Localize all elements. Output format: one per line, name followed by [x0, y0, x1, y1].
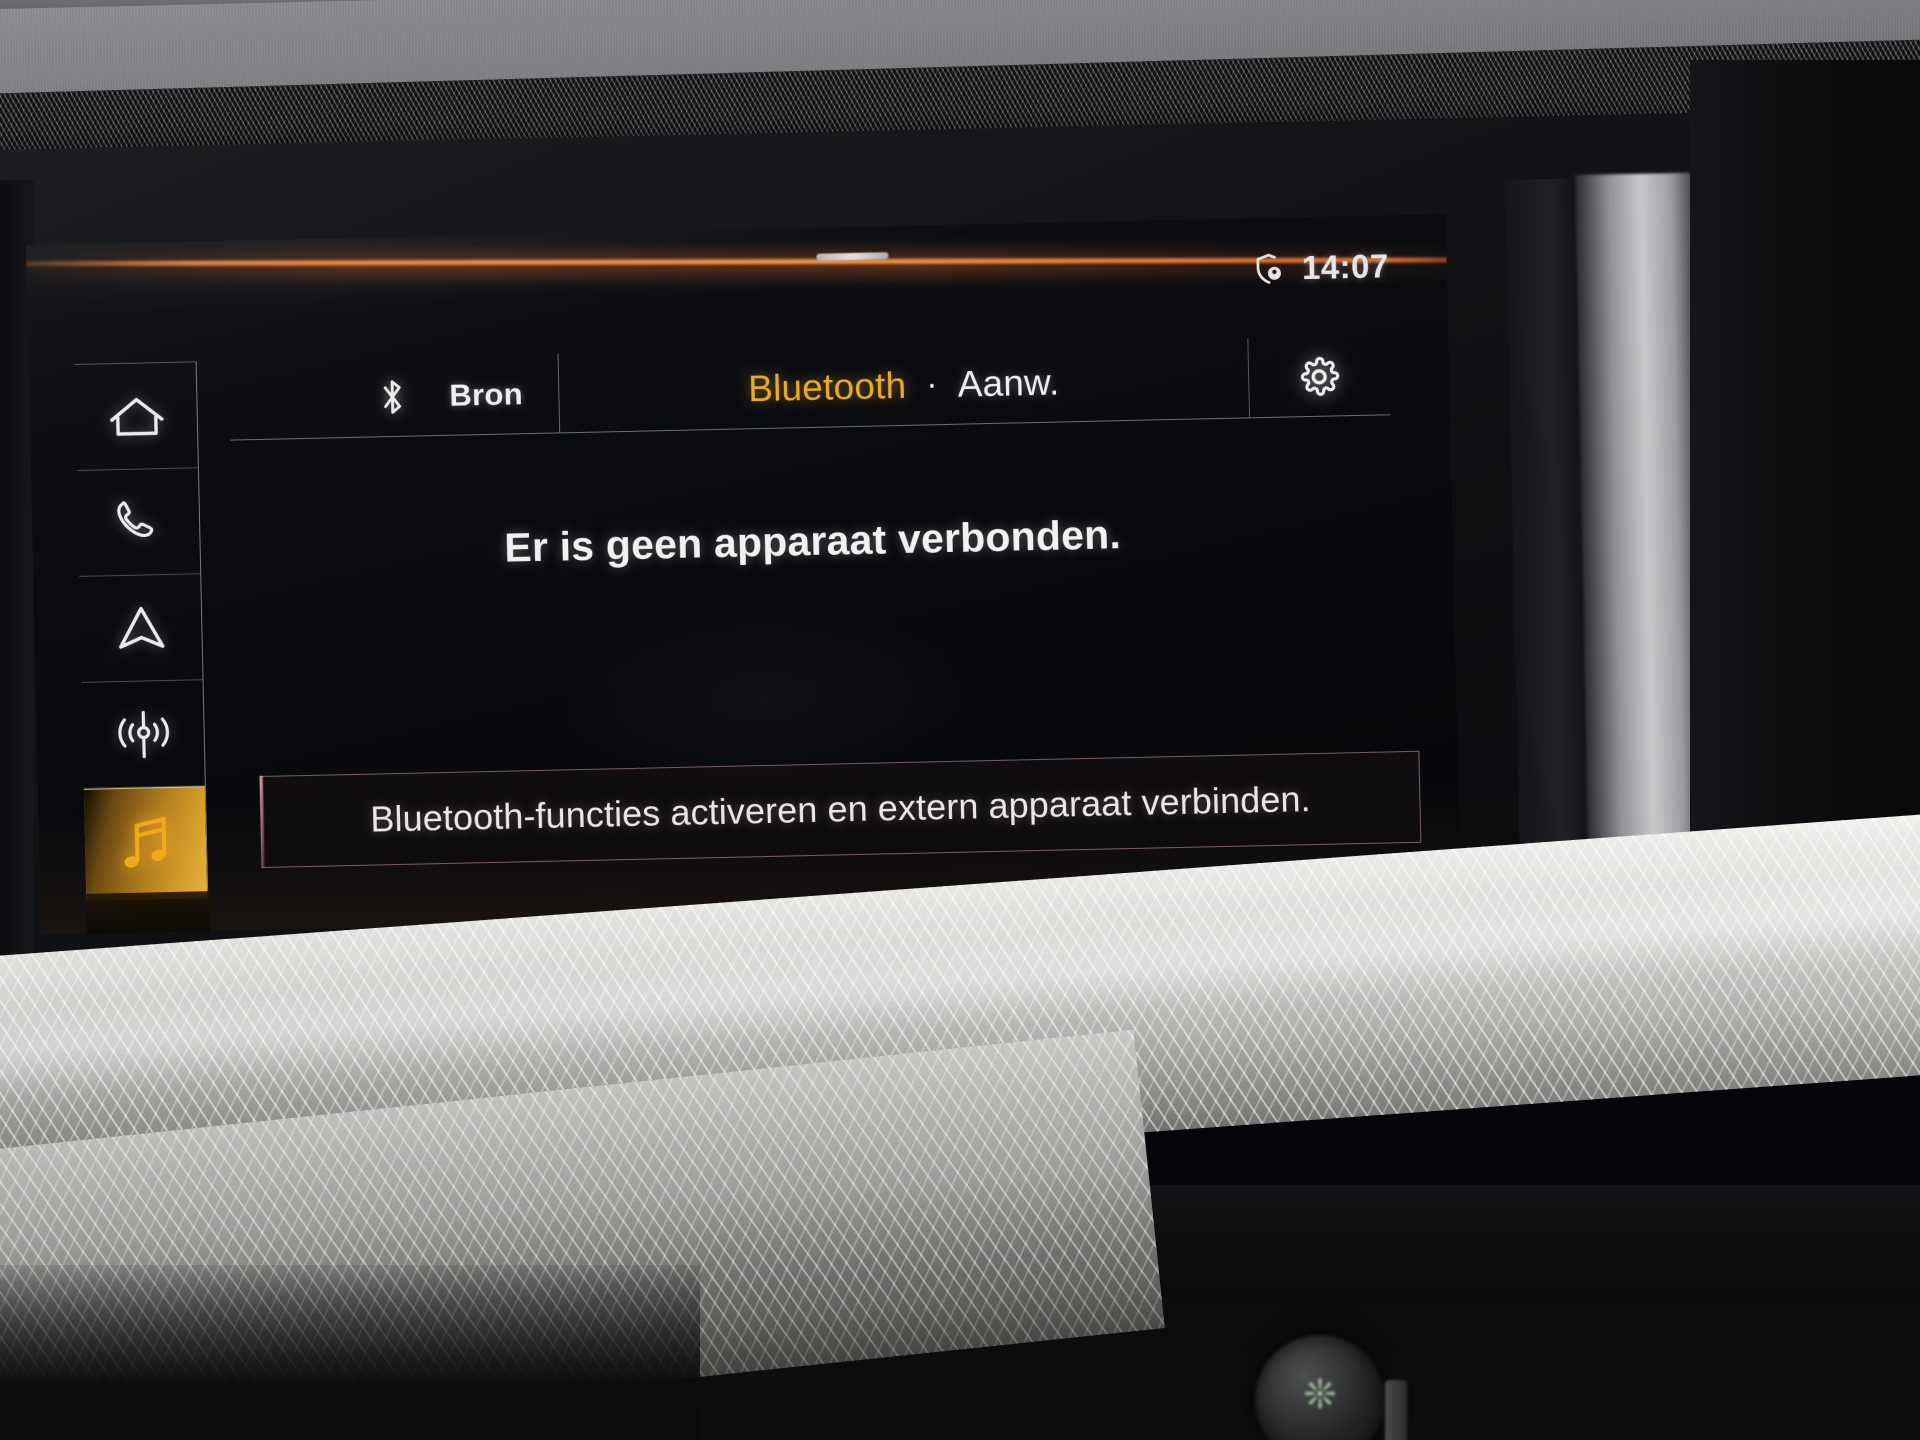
sidebar-item-phone[interactable]	[76, 468, 201, 577]
home-icon	[109, 397, 164, 436]
source-bar: Bron Bluetooth · Aanw.	[228, 335, 1391, 441]
status-bar: 14:07	[1252, 247, 1390, 288]
activate-bluetooth-label: Bluetooth-functies activeren en extern a…	[369, 778, 1312, 840]
source-title-separator: ·	[925, 365, 939, 404]
radio-tower-icon	[117, 710, 169, 758]
navigation-icon	[118, 606, 164, 649]
clock-label: 14:07	[1301, 247, 1390, 287]
gear-icon	[1300, 356, 1340, 396]
source-title-status: Aanw.	[957, 360, 1060, 405]
music-note-icon	[124, 816, 166, 867]
source-label: Bron	[448, 375, 524, 413]
sidebar-item-media[interactable]	[83, 786, 208, 901]
source-title[interactable]: Bluetooth · Aanw.	[558, 338, 1251, 433]
sidebar-item-home[interactable]	[74, 362, 198, 471]
sidebar-item-radio[interactable]	[81, 680, 205, 789]
bluetooth-icon	[383, 379, 402, 414]
phone-icon	[116, 500, 153, 537]
sidebar-bottom-fade	[86, 891, 212, 935]
sidebar-item-navigation[interactable]	[79, 574, 203, 683]
mmi-screen[interactable]: 14:07 Bron Bluetooth · Aanw. Er is geen …	[26, 214, 1461, 935]
activate-bluetooth-button[interactable]: Bluetooth-functies activeren en extern a…	[259, 750, 1422, 869]
console-bottom-shadow	[0, 1265, 700, 1440]
shield-location-icon[interactable]	[1252, 252, 1287, 287]
climate-knob-glyph: ❊	[1303, 1373, 1337, 1417]
source-title-accent: Bluetooth	[747, 364, 907, 409]
status-message: Er is geen apparaat verbonden.	[503, 511, 1122, 571]
photo-scene: VERLATEN 14:07	[0, 0, 1920, 1440]
source-selector[interactable]: Bron	[228, 353, 561, 440]
main-sidebar	[74, 361, 209, 901]
climate-control-switch[interactable]	[1385, 1380, 1407, 1440]
settings-button[interactable]	[1248, 335, 1390, 417]
